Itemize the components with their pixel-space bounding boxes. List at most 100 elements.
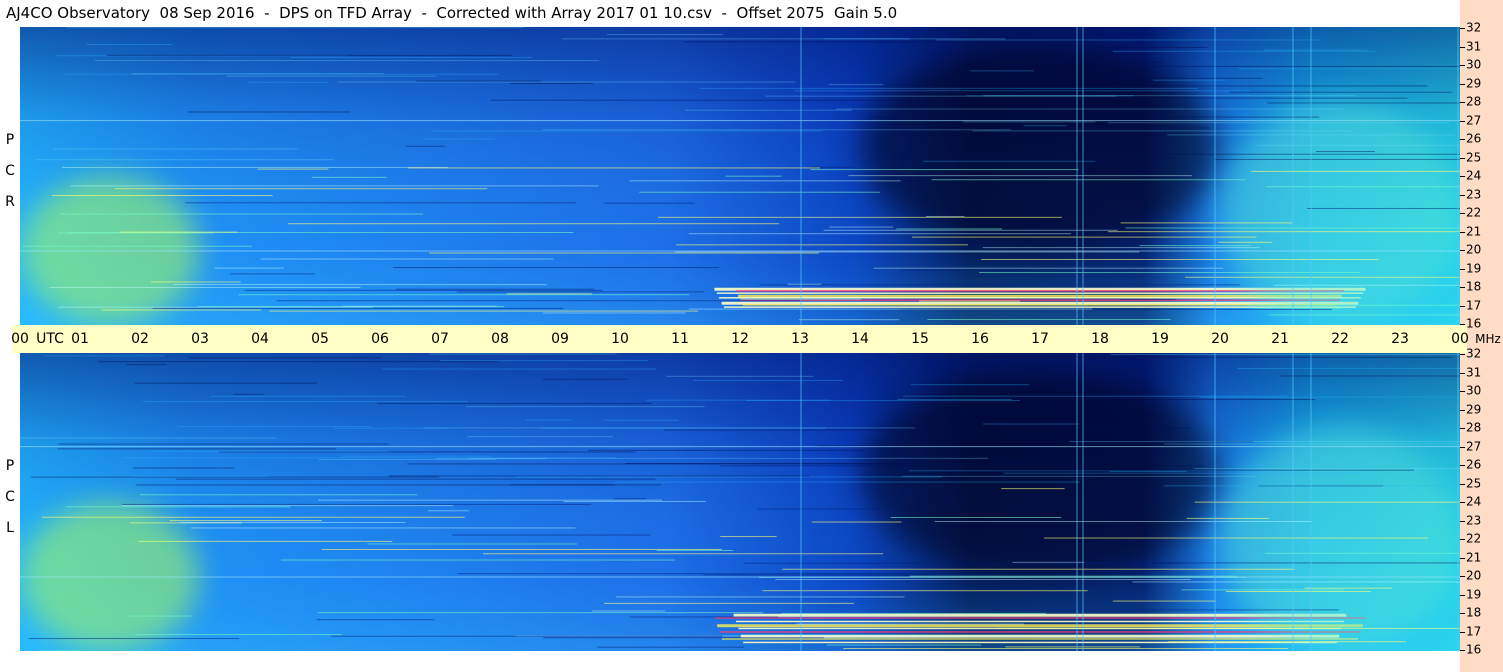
spectrogram-texture-line <box>134 382 318 384</box>
spectrogram-carrier-line <box>20 250 1460 252</box>
spectrogram-texture-line <box>744 562 1182 564</box>
spectrogram-texture-line <box>607 34 724 36</box>
lcp-spectrogram <box>20 353 1460 651</box>
spectrogram-texture-line <box>1304 587 1393 589</box>
utc-tick-label: 07 <box>431 331 449 347</box>
utc-tick-label: 05 <box>311 331 329 347</box>
mhz-tick-label: 20 <box>1466 568 1482 583</box>
spectrogram-texture-line <box>20 437 276 439</box>
spectrogram-region <box>860 45 1220 251</box>
spectrogram-texture-line <box>987 356 1452 358</box>
mhz-tick-mark <box>1460 650 1465 651</box>
spectrogram-texture-line <box>775 579 1191 581</box>
spectrogram-texture-line <box>1012 561 1085 563</box>
spectrogram-texture-line <box>35 159 334 161</box>
spectrogram-texture-line <box>765 95 1117 97</box>
spectrogram-texture-line <box>1273 284 1460 286</box>
spectrogram-texture-line <box>923 160 1096 162</box>
utc-tick-label: 09 <box>551 331 569 347</box>
spectrogram-texture-line <box>823 229 1118 231</box>
spectrogram-texture-line <box>563 500 707 502</box>
rcp-label-letter: C <box>5 163 15 179</box>
mhz-tick-mark <box>1460 287 1465 288</box>
mhz-tick-mark <box>1460 28 1465 29</box>
mhz-tick-label: 29 <box>1466 402 1482 416</box>
spectrogram-texture-line <box>1237 367 1460 369</box>
mhz-tick-mark <box>1460 631 1465 633</box>
spectrogram-texture-line <box>688 233 1072 235</box>
mhz-tick-mark <box>1460 231 1465 233</box>
spectrogram-texture-line <box>935 77 1263 79</box>
spectrogram-texture-line <box>542 378 628 380</box>
utc-tick-label: 14 <box>851 331 869 347</box>
spectrogram-texture-line <box>970 70 1035 72</box>
mhz-tick-label: 27 <box>1466 439 1482 453</box>
spectrogram-texture-line <box>911 236 1257 238</box>
spectrogram-texture-line <box>102 309 262 311</box>
spectrogram-texture-line <box>121 503 592 505</box>
spectrogram-texture-line <box>639 191 880 193</box>
mhz-tick-mark <box>1460 305 1465 307</box>
spectrogram-vertical-line <box>1292 353 1294 651</box>
mhz-tick-mark <box>1460 520 1465 522</box>
spectrogram-texture-line <box>1265 186 1460 188</box>
spectrogram-texture-line <box>684 41 1002 43</box>
spectrogram-texture-line <box>29 638 239 640</box>
spectrogram-texture-line <box>41 516 465 518</box>
mhz-tick-label: 22 <box>1466 531 1482 546</box>
spectrogram-texture-line <box>1263 49 1367 51</box>
spectrogram-texture-line <box>1110 353 1460 355</box>
spectrogram-texture-line <box>897 398 1012 400</box>
spectrogram-texture-line <box>1077 97 1408 99</box>
mhz-tick-label: 28 <box>1466 420 1482 435</box>
spectrogram-vertical-line <box>800 27 802 325</box>
rcp-label: P C R <box>2 125 18 218</box>
spectrogram-texture-line <box>587 449 866 451</box>
spectrogram-texture-line <box>1170 153 1460 155</box>
mhz-tick-mark <box>1460 372 1465 374</box>
spectrogram-texture-line <box>591 610 665 612</box>
spectrogram-texture-line <box>1001 488 1065 490</box>
spectrogram-texture-line <box>979 272 1360 274</box>
spectrogram-texture-line <box>843 648 1288 650</box>
spectrogram-texture-line <box>629 180 901 182</box>
spectrogram-texture-line <box>826 644 981 646</box>
spectrogram-texture-line <box>1247 304 1460 306</box>
spectrogram-texture-line <box>757 508 896 510</box>
spectrogram-texture-line <box>367 543 577 545</box>
mhz-tick-mark <box>1460 46 1465 48</box>
spectrogram-texture-line <box>1268 314 1460 316</box>
spectrogram-vertical-line <box>1292 27 1294 325</box>
spectrogram-texture-line <box>693 379 843 381</box>
spectrogram-texture-line <box>663 429 960 431</box>
spectrogram-texture-line <box>244 289 603 291</box>
spectrogram-texture-line <box>542 312 686 314</box>
spectrogram-texture-line <box>98 361 500 363</box>
utc-tick-label: 20 <box>1211 331 1229 347</box>
spectrogram-vertical-line <box>1214 27 1216 325</box>
mhz-tick-label: 21 <box>1466 550 1482 564</box>
spectrogram-texture-line <box>1199 396 1460 398</box>
spectrogram-texture-line <box>1122 570 1168 572</box>
spectrogram-vertical-line <box>1214 353 1216 651</box>
spectrogram-texture-line <box>926 215 965 217</box>
spectrogram-texture-line <box>656 549 734 551</box>
spectrogram-texture-line <box>131 475 267 477</box>
spectrogram-texture-line <box>415 80 541 82</box>
spectrogram-texture-line <box>927 318 1171 320</box>
spectrogram-texture-line <box>106 54 512 56</box>
spectrogram-texture-line <box>1120 222 1293 224</box>
spectrogram-texture-line <box>395 288 595 290</box>
spectrogram-texture-line <box>22 245 252 247</box>
spectrogram-streak <box>722 638 1358 640</box>
spectrogram-texture-line <box>787 283 822 285</box>
spectrogram-texture-line <box>138 540 393 542</box>
spectrogram-texture-line <box>725 175 782 177</box>
spectrogram-texture-line <box>187 111 351 113</box>
spectrogram-texture-line <box>762 590 1088 592</box>
spectrogram-texture-line <box>798 319 900 321</box>
mhz-tick-label: 25 <box>1466 150 1482 164</box>
spectrogram-texture-line <box>334 427 448 429</box>
spectrogram-texture-line <box>1074 85 1428 87</box>
lcp-label: P C L <box>2 451 18 544</box>
